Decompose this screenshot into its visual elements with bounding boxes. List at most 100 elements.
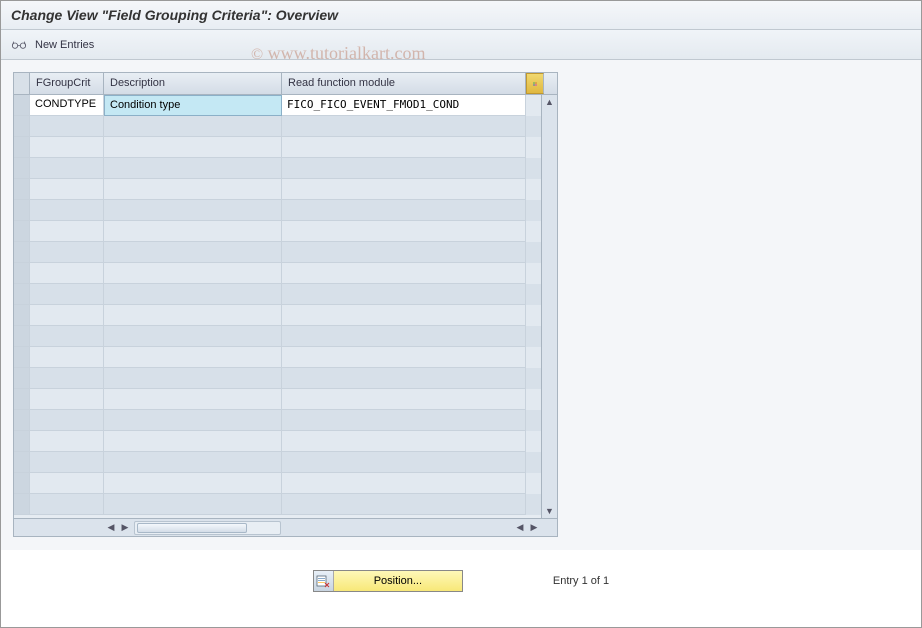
table-row[interactable] [14, 242, 557, 263]
cell-readfn[interactable] [282, 347, 526, 368]
row-selector[interactable] [14, 410, 30, 431]
row-selector[interactable] [14, 284, 30, 305]
table-row[interactable] [14, 284, 557, 305]
scroll-down-icon[interactable]: ▼ [543, 504, 557, 518]
cell-readfn[interactable] [282, 284, 526, 305]
cell-description[interactable] [104, 431, 282, 452]
column-header-fgroupcrit[interactable]: FGroupCrit [30, 73, 104, 94]
row-selector[interactable] [14, 221, 30, 242]
row-selector[interactable] [14, 452, 30, 473]
cell-fgroupcrit[interactable] [30, 305, 104, 326]
table-row[interactable] [14, 410, 557, 431]
table-config-button[interactable] [526, 73, 544, 94]
cell-fgroupcrit[interactable] [30, 431, 104, 452]
cell-fgroupcrit[interactable] [30, 242, 104, 263]
cell-fgroupcrit[interactable] [30, 368, 104, 389]
cell-description[interactable] [104, 263, 282, 284]
column-selector[interactable] [14, 73, 30, 94]
row-selector[interactable] [14, 95, 30, 116]
column-header-description[interactable]: Description [104, 73, 282, 94]
table-row[interactable] [14, 473, 557, 494]
row-selector[interactable] [14, 116, 30, 137]
row-selector[interactable] [14, 179, 30, 200]
cell-readfn[interactable] [282, 431, 526, 452]
cell-fgroupcrit[interactable] [30, 116, 104, 137]
table-row[interactable] [14, 431, 557, 452]
row-selector[interactable] [14, 137, 30, 158]
cell-readfn[interactable] [282, 263, 526, 284]
cell-description[interactable] [104, 221, 282, 242]
column-header-readfn[interactable]: Read function module [282, 73, 526, 94]
table-row[interactable] [14, 368, 557, 389]
cell-fgroupcrit[interactable] [30, 179, 104, 200]
cell-description[interactable] [104, 158, 282, 179]
table-row[interactable] [14, 179, 557, 200]
table-row[interactable] [14, 116, 557, 137]
cell-description[interactable] [104, 179, 282, 200]
table-row[interactable] [14, 305, 557, 326]
cell-readfn[interactable] [282, 137, 526, 158]
cell-description[interactable] [104, 305, 282, 326]
cell-readfn[interactable] [282, 473, 526, 494]
scroll-thumb[interactable] [137, 523, 247, 533]
cell-fgroupcrit[interactable] [30, 452, 104, 473]
cell-description[interactable] [104, 242, 282, 263]
table-row[interactable] [14, 494, 557, 515]
cell-fgroupcrit[interactable] [30, 494, 104, 515]
cell-fgroupcrit[interactable] [30, 473, 104, 494]
table-row[interactable] [14, 221, 557, 242]
cell-readfn[interactable] [282, 410, 526, 431]
table-row[interactable]: CONDTYPECondition typeFICO_FICO_EVENT_FM… [14, 95, 557, 116]
cell-fgroupcrit[interactable] [30, 389, 104, 410]
cell-readfn[interactable]: FICO_FICO_EVENT_FMOD1_COND [282, 95, 526, 116]
horizontal-scrollbar[interactable]: ◀ ▶ ◀ ▶ [14, 518, 557, 536]
cell-fgroupcrit[interactable] [30, 263, 104, 284]
cell-description[interactable] [104, 284, 282, 305]
vertical-scrollbar[interactable]: ▲ ▼ [541, 95, 557, 518]
table-row[interactable] [14, 158, 557, 179]
cell-fgroupcrit[interactable] [30, 410, 104, 431]
scroll-right-icon[interactable]: ▶ [118, 521, 132, 535]
cell-description[interactable] [104, 326, 282, 347]
table-row[interactable] [14, 326, 557, 347]
cell-description[interactable] [104, 347, 282, 368]
cell-readfn[interactable] [282, 452, 526, 473]
row-selector[interactable] [14, 368, 30, 389]
cell-fgroupcrit[interactable] [30, 347, 104, 368]
row-selector[interactable] [14, 389, 30, 410]
position-button[interactable]: Position... [313, 570, 463, 592]
cell-readfn[interactable] [282, 368, 526, 389]
row-selector[interactable] [14, 158, 30, 179]
row-selector[interactable] [14, 305, 30, 326]
table-row[interactable] [14, 452, 557, 473]
table-row[interactable] [14, 389, 557, 410]
table-row[interactable] [14, 200, 557, 221]
scroll-left-icon[interactable]: ◀ [104, 521, 118, 535]
table-row[interactable] [14, 347, 557, 368]
cell-readfn[interactable] [282, 179, 526, 200]
row-selector[interactable] [14, 200, 30, 221]
cell-description[interactable] [104, 452, 282, 473]
cell-readfn[interactable] [282, 116, 526, 137]
cell-description[interactable] [104, 389, 282, 410]
cell-readfn[interactable] [282, 305, 526, 326]
row-selector[interactable] [14, 494, 30, 515]
cell-description[interactable] [104, 200, 282, 221]
scroll-right2-icon[interactable]: ▶ [527, 521, 541, 535]
row-selector[interactable] [14, 473, 30, 494]
cell-description[interactable] [104, 368, 282, 389]
cell-fgroupcrit[interactable] [30, 326, 104, 347]
cell-fgroupcrit[interactable] [30, 137, 104, 158]
cell-description[interactable] [104, 494, 282, 515]
cell-readfn[interactable] [282, 326, 526, 347]
scroll-up-icon[interactable]: ▲ [543, 95, 557, 109]
cell-fgroupcrit[interactable] [30, 284, 104, 305]
row-selector[interactable] [14, 431, 30, 452]
cell-readfn[interactable] [282, 494, 526, 515]
cell-fgroupcrit[interactable] [30, 158, 104, 179]
cell-fgroupcrit[interactable] [30, 200, 104, 221]
scroll-left2-icon[interactable]: ◀ [513, 521, 527, 535]
cell-readfn[interactable] [282, 200, 526, 221]
new-entries-button[interactable]: New Entries [35, 39, 94, 51]
row-selector[interactable] [14, 347, 30, 368]
